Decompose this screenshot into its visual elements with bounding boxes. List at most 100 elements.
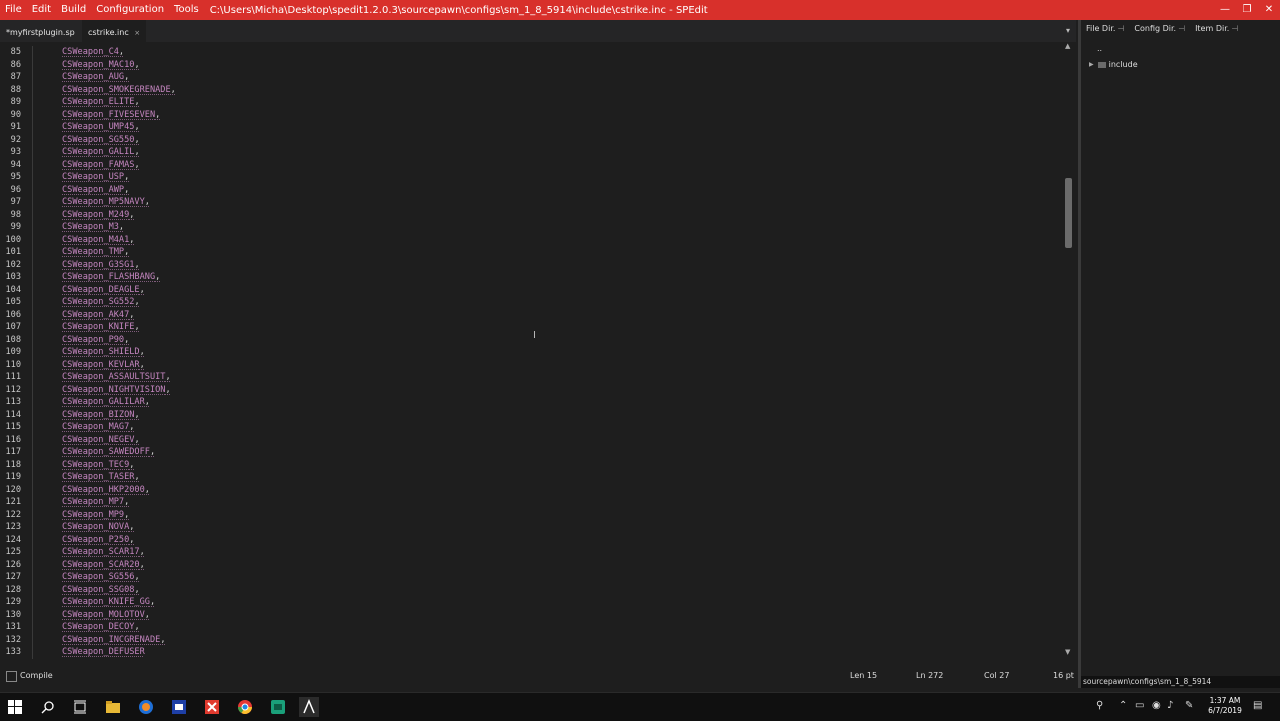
minimize-button[interactable]: — bbox=[1214, 0, 1236, 20]
app-icon-teal[interactable] bbox=[268, 697, 288, 717]
code-text: CSWeapon_DEAGLE, bbox=[62, 284, 145, 297]
code-line[interactable]: 110 CSWeapon_KEVLAR, bbox=[0, 358, 1060, 371]
code-line[interactable]: 88 CSWeapon_SMOKEGRENADE, bbox=[0, 83, 1060, 96]
code-line[interactable]: 92 CSWeapon_SG550, bbox=[0, 133, 1060, 146]
scrollbar-thumb[interactable] bbox=[1065, 178, 1072, 248]
scroll-up-icon[interactable]: ▲ bbox=[1065, 42, 1070, 50]
code-line[interactable]: 89 CSWeapon_ELITE, bbox=[0, 96, 1060, 109]
code-line[interactable]: 131 CSWeapon_DECOY, bbox=[0, 621, 1060, 634]
menu-configuration[interactable]: Configuration bbox=[91, 0, 169, 20]
code-line[interactable]: 100 CSWeapon_M4A1, bbox=[0, 233, 1060, 246]
code-line[interactable]: 129 CSWeapon_KNIFE_GG, bbox=[0, 596, 1060, 609]
code-line[interactable]: 97 CSWeapon_MP5NAVY, bbox=[0, 196, 1060, 209]
code-line[interactable]: 115 CSWeapon_MAG7, bbox=[0, 421, 1060, 434]
parent-directory-item[interactable]: .. bbox=[1097, 44, 1102, 53]
pin-icon[interactable]: ⊣ bbox=[1178, 24, 1185, 33]
code-line[interactable]: 124 CSWeapon_P250, bbox=[0, 533, 1060, 546]
code-line[interactable]: 103 CSWeapon_FLASHBANG, bbox=[0, 271, 1060, 284]
code-text: CSWeapon_MAG7, bbox=[62, 421, 134, 434]
chrome-icon[interactable] bbox=[235, 697, 255, 717]
compile-checkbox[interactable] bbox=[6, 671, 17, 682]
tab-list-dropdown-icon[interactable]: ▾ bbox=[1066, 26, 1070, 35]
code-line[interactable]: 127 CSWeapon_SG556, bbox=[0, 571, 1060, 584]
code-line[interactable]: 121 CSWeapon_MP7, bbox=[0, 496, 1060, 509]
code-line[interactable]: 94 CSWeapon_FAMAS, bbox=[0, 158, 1060, 171]
code-line[interactable]: 106 CSWeapon_AK47, bbox=[0, 308, 1060, 321]
menu-edit[interactable]: Edit bbox=[27, 0, 56, 20]
tab-file-dir[interactable]: File Dir. ⊣ bbox=[1081, 20, 1129, 38]
close-button[interactable]: ✕ bbox=[1258, 0, 1280, 20]
app-tray-icon[interactable]: ◉ bbox=[1152, 700, 1161, 711]
code-punctuation: , bbox=[144, 197, 150, 207]
volume-icon[interactable]: ♪ bbox=[1167, 700, 1173, 711]
code-line[interactable]: 108 CSWeapon_P90, bbox=[0, 333, 1060, 346]
code-line[interactable]: 85 CSWeapon_C4, bbox=[0, 46, 1060, 59]
code-line[interactable]: 109 CSWeapon_SHIELD, bbox=[0, 346, 1060, 359]
notifications-icon[interactable]: ▤ bbox=[1253, 700, 1262, 711]
windows-start-icon[interactable] bbox=[5, 697, 25, 717]
pen-icon[interactable]: ✎ bbox=[1185, 700, 1193, 711]
code-line[interactable]: 90 CSWeapon_FIVESEVEN, bbox=[0, 108, 1060, 121]
tab-config-dir[interactable]: Config Dir. ⊣ bbox=[1129, 20, 1190, 38]
code-line[interactable]: 105 CSWeapon_SG552, bbox=[0, 296, 1060, 309]
code-line[interactable]: 87 CSWeapon_AUG, bbox=[0, 71, 1060, 84]
app-icon-red[interactable] bbox=[202, 697, 222, 717]
code-text: CSWeapon_TEC9, bbox=[62, 459, 134, 472]
code-line[interactable]: 112 CSWeapon_NIGHTVISION, bbox=[0, 383, 1060, 396]
code-line[interactable]: 122 CSWeapon_MP9, bbox=[0, 508, 1060, 521]
code-line[interactable]: 111 CSWeapon_ASSAULTSUIT, bbox=[0, 371, 1060, 384]
code-line[interactable]: 132 CSWeapon_INCGRENADE, bbox=[0, 633, 1060, 646]
code-line[interactable]: 125 CSWeapon_SCAR17, bbox=[0, 546, 1060, 559]
code-line[interactable]: 130 CSWeapon_MOLOTOV, bbox=[0, 608, 1060, 621]
menu-build[interactable]: Build bbox=[56, 0, 91, 20]
people-icon[interactable]: ⚲ bbox=[1096, 700, 1103, 711]
code-line[interactable]: 126 CSWeapon_SCAR20, bbox=[0, 558, 1060, 571]
pin-icon[interactable]: ⊣ bbox=[1117, 24, 1124, 33]
code-line[interactable]: 93 CSWeapon_GALIL, bbox=[0, 146, 1060, 159]
tree-item-include[interactable]: ▶ include bbox=[1089, 60, 1138, 69]
code-line[interactable]: 118 CSWeapon_TEC9, bbox=[0, 458, 1060, 472]
code-line[interactable]: 104 CSWeapon_DEAGLE, bbox=[0, 283, 1060, 297]
code-line[interactable]: 120 CSWeapon_HKP2000, bbox=[0, 483, 1060, 496]
panel-tab-strip: File Dir. ⊣ Config Dir. ⊣ Item Dir. ⊣ bbox=[1081, 20, 1280, 38]
code-line[interactable]: 114 CSWeapon_BIZON, bbox=[0, 408, 1060, 421]
network-icon[interactable]: ▭ bbox=[1135, 700, 1144, 711]
code-line[interactable]: 95 CSWeapon_USP, bbox=[0, 171, 1060, 184]
indent-guide bbox=[32, 246, 33, 259]
spedit-icon[interactable] bbox=[299, 697, 319, 717]
code-line[interactable]: 102 CSWeapon_G3SG1, bbox=[0, 258, 1060, 271]
code-line[interactable]: 119 CSWeapon_TASER, bbox=[0, 471, 1060, 484]
vertical-scrollbar[interactable]: ▲ ▼ bbox=[1062, 42, 1076, 663]
code-line[interactable]: 96 CSWeapon_AWP, bbox=[0, 183, 1060, 196]
code-line[interactable]: 123 CSWeapon_NOVA, bbox=[0, 521, 1060, 534]
code-line[interactable]: 107 CSWeapon_KNIFE, bbox=[0, 321, 1060, 334]
code-line[interactable]: 98 CSWeapon_M249, bbox=[0, 208, 1060, 221]
code-line[interactable]: 101 CSWeapon_TMP, bbox=[0, 246, 1060, 259]
expand-arrow-icon[interactable]: ▶ bbox=[1089, 61, 1094, 68]
scroll-down-icon[interactable]: ▼ bbox=[1065, 648, 1070, 656]
show-hidden-icons-icon[interactable]: ⌃ bbox=[1119, 700, 1127, 711]
tab-item-dir[interactable]: Item Dir. ⊣ bbox=[1190, 20, 1243, 38]
tab-myfirstplugin[interactable]: *myfirstplugin.sp bbox=[0, 20, 81, 42]
code-line[interactable]: 91 CSWeapon_UMP45, bbox=[0, 121, 1060, 134]
app-icon-blue[interactable] bbox=[169, 697, 189, 717]
restore-button[interactable]: ❐ bbox=[1236, 0, 1258, 20]
system-clock[interactable]: 1:37 AM 6/7/2019 bbox=[1205, 696, 1245, 716]
menu-tools[interactable]: Tools bbox=[169, 0, 204, 20]
tab-cstrike[interactable]: cstrike.inc × bbox=[82, 20, 147, 44]
code-line[interactable]: 86 CSWeapon_MAC10, bbox=[0, 58, 1060, 71]
task-view-icon[interactable] bbox=[70, 697, 90, 717]
tab-close-icon[interactable]: × bbox=[134, 29, 140, 37]
code-line[interactable]: 117 CSWeapon_SAWEDOFF, bbox=[0, 446, 1060, 459]
firefox-icon[interactable] bbox=[136, 697, 156, 717]
code-line[interactable]: 128 CSWeapon_SSG08, bbox=[0, 583, 1060, 596]
search-icon[interactable] bbox=[38, 697, 58, 717]
code-editor[interactable]: I 85 CSWeapon_C4, 86 CSWeapon_MAC10, 87 CSWea… bbox=[0, 42, 1062, 663]
pin-icon[interactable]: ⊣ bbox=[1231, 24, 1238, 33]
code-line[interactable]: 113 CSWeapon_GALILAR, bbox=[0, 396, 1060, 409]
code-line[interactable]: 116 CSWeapon_NEGEV, bbox=[0, 433, 1060, 446]
code-line[interactable]: 99 CSWeapon_M3, bbox=[0, 221, 1060, 234]
code-line[interactable]: 133 CSWeapon_DEFUSER bbox=[0, 646, 1060, 659]
file-explorer-icon[interactable] bbox=[103, 697, 123, 717]
menu-file[interactable]: File bbox=[0, 0, 27, 20]
